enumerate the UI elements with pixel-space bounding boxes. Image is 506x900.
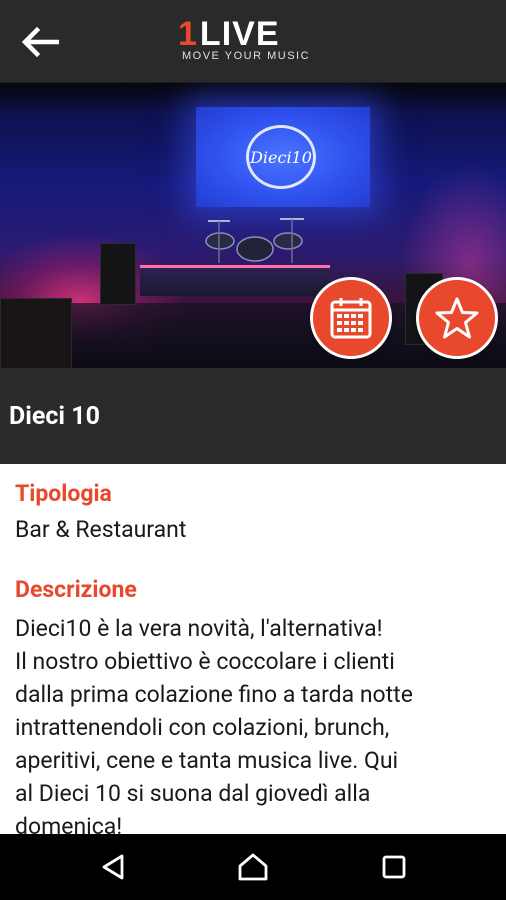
- logo-one: 1: [178, 14, 198, 53]
- description-label: Descrizione: [15, 576, 137, 603]
- venue-details[interactable]: Tipologia Bar & Restaurant Descrizione D…: [0, 464, 506, 834]
- description-line: domenica!: [15, 813, 123, 834]
- type-label: Tipologia: [15, 480, 112, 507]
- arrow-left-icon: [21, 27, 59, 57]
- system-navigation-bar: [0, 834, 506, 900]
- description-line: Dieci10 è la vera novità, l'alternativa!: [15, 615, 383, 642]
- description-line: al Dieci 10 si suona dal giovedì alla: [15, 780, 371, 807]
- nav-home-button[interactable]: [233, 847, 273, 887]
- star-icon: [435, 297, 479, 339]
- description-line: intrattenendoli con colazioni, brunch,: [15, 714, 390, 741]
- screen-logo: Dieci10: [246, 125, 316, 189]
- stage-platform: [140, 265, 330, 296]
- app-logo: 1 LIVE MOVE YOUR MUSIC: [178, 14, 330, 66]
- type-value: Bar & Restaurant: [15, 516, 187, 543]
- stage-projection-screen: Dieci10: [196, 107, 370, 207]
- favorite-button[interactable]: [416, 277, 498, 359]
- venue-title-bar: Dieci 10: [0, 368, 506, 464]
- venue-title: Dieci 10: [9, 402, 100, 431]
- home-icon: [238, 853, 268, 881]
- top-app-bar: 1 LIVE MOVE YOUR MUSIC: [0, 0, 506, 83]
- venue-hero-image: Dieci10: [0, 83, 506, 368]
- triangle-back-icon: [102, 854, 124, 880]
- logo-live: LIVE: [199, 14, 280, 53]
- calendar-button[interactable]: [310, 277, 392, 359]
- back-button[interactable]: [18, 20, 62, 64]
- description-line: aperitivi, cene e tanta musica live. Qui: [15, 747, 399, 774]
- square-recents-icon: [382, 855, 406, 879]
- speaker-left: [100, 243, 136, 305]
- logo-wordmark: 1 LIVE: [178, 14, 330, 53]
- calendar-icon: [330, 298, 372, 339]
- logo-tagline: MOVE YOUR MUSIC: [182, 50, 311, 62]
- description-text: Dieci10 è la vera novità, l'alternativa!…: [15, 612, 505, 834]
- chair-left: [0, 298, 72, 368]
- description-line: dalla prima colazione fino a tarda notte: [15, 681, 413, 708]
- description-line: Il nostro obiettivo è coccolare i client…: [15, 648, 395, 675]
- nav-recents-button[interactable]: [374, 847, 414, 887]
- drum-kit-graphic: [205, 218, 304, 263]
- nav-back-button[interactable]: [93, 847, 133, 887]
